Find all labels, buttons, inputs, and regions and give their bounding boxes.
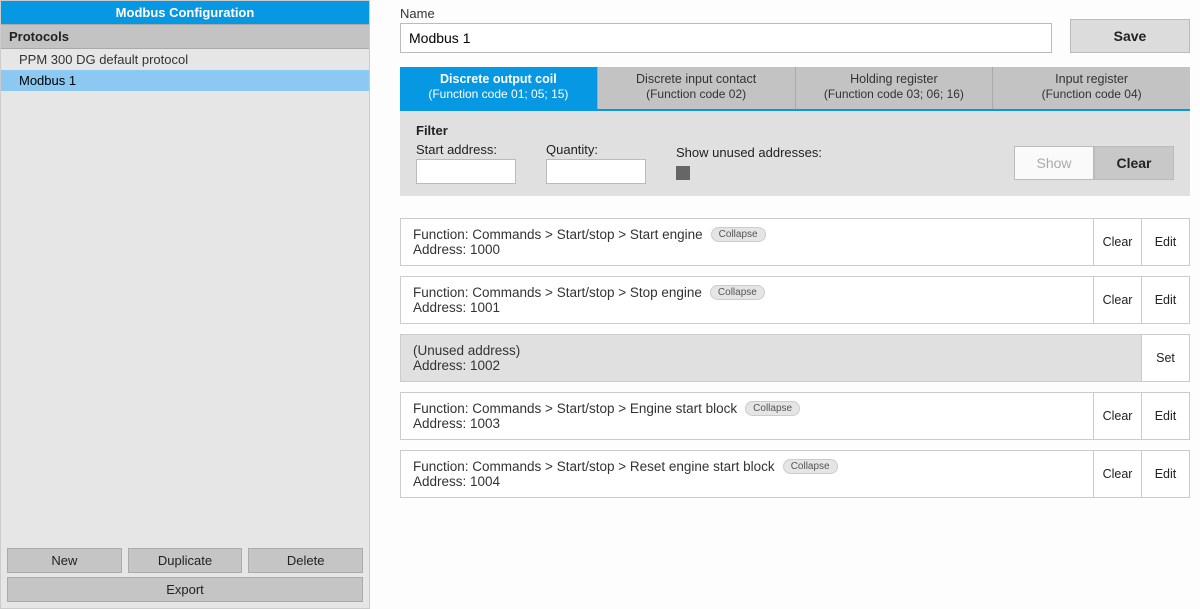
name-row: Name Save bbox=[400, 6, 1190, 53]
row-clear-button[interactable]: Clear bbox=[1093, 277, 1141, 323]
row-address: Address: 1000 bbox=[413, 242, 1081, 257]
sidebar: Modbus Configuration Protocols PPM 300 D… bbox=[0, 0, 370, 609]
tab-discrete-input-contact[interactable]: Discrete input contact (Function code 02… bbox=[598, 67, 796, 109]
address-rows: Function: Commands > Start/stop > Start … bbox=[400, 218, 1190, 498]
tab-title: Discrete input contact bbox=[636, 72, 756, 86]
show-unused-label: Show unused addresses: bbox=[676, 145, 822, 160]
address-row: Function: Commands > Start/stop > Stop e… bbox=[400, 276, 1190, 324]
sidebar-buttons: New Duplicate Delete Export bbox=[1, 542, 369, 608]
row-set-button[interactable]: Set bbox=[1141, 335, 1189, 381]
sidebar-list: PPM 300 DG default protocol Modbus 1 bbox=[1, 49, 369, 542]
row-clear-button[interactable]: Clear bbox=[1093, 451, 1141, 497]
address-row: Function: Commands > Start/stop > Start … bbox=[400, 218, 1190, 266]
tab-holding-register[interactable]: Holding register (Function code 03; 06; … bbox=[796, 67, 994, 109]
start-address-input[interactable] bbox=[416, 159, 516, 184]
tab-input-register[interactable]: Input register (Function code 04) bbox=[993, 67, 1190, 109]
filter-bar: Filter Start address: Quantity: Show unu… bbox=[400, 111, 1190, 196]
sidebar-title: Modbus Configuration bbox=[1, 1, 369, 24]
duplicate-button[interactable]: Duplicate bbox=[128, 548, 243, 573]
row-edit-button[interactable]: Edit bbox=[1141, 277, 1189, 323]
row-address: Address: 1002 bbox=[413, 358, 1129, 373]
row-function: Function: Commands > Start/stop > Engine… bbox=[413, 401, 737, 416]
collapse-button[interactable]: Collapse bbox=[711, 227, 766, 242]
tabs: Discrete output coil (Function code 01; … bbox=[400, 67, 1190, 111]
row-address: Address: 1003 bbox=[413, 416, 1081, 431]
row-address: Address: 1004 bbox=[413, 474, 1081, 489]
row-function: Function: Commands > Start/stop > Stop e… bbox=[413, 285, 702, 300]
row-edit-button[interactable]: Edit bbox=[1141, 393, 1189, 439]
main: Name Save Discrete output coil (Function… bbox=[370, 0, 1200, 609]
tab-sub: (Function code 01; 05; 15) bbox=[406, 87, 591, 103]
row-address: Address: 1001 bbox=[413, 300, 1081, 315]
tab-title: Holding register bbox=[850, 72, 938, 86]
tab-title: Input register bbox=[1055, 72, 1128, 86]
start-address-label: Start address: bbox=[416, 142, 516, 157]
filter-clear-button[interactable]: Clear bbox=[1094, 146, 1174, 180]
new-button[interactable]: New bbox=[7, 548, 122, 573]
sidebar-section-header: Protocols bbox=[1, 24, 369, 49]
row-function: Function: Commands > Start/stop > Reset … bbox=[413, 459, 775, 474]
address-row: Function: Commands > Start/stop > Reset … bbox=[400, 450, 1190, 498]
row-clear-button[interactable]: Clear bbox=[1093, 393, 1141, 439]
collapse-button[interactable]: Collapse bbox=[710, 285, 765, 300]
save-button[interactable]: Save bbox=[1070, 19, 1190, 53]
filter-title: Filter bbox=[416, 123, 1174, 138]
collapse-button[interactable]: Collapse bbox=[745, 401, 800, 416]
show-unused-checkbox[interactable] bbox=[676, 166, 690, 180]
row-edit-button[interactable]: Edit bbox=[1141, 219, 1189, 265]
tab-sub: (Function code 03; 06; 16) bbox=[802, 87, 987, 103]
sidebar-item-modbus1[interactable]: Modbus 1 bbox=[1, 70, 369, 91]
delete-button[interactable]: Delete bbox=[248, 548, 363, 573]
tab-sub: (Function code 04) bbox=[999, 87, 1184, 103]
name-input[interactable] bbox=[400, 23, 1052, 53]
tab-title: Discrete output coil bbox=[440, 72, 557, 86]
filter-show-button[interactable]: Show bbox=[1014, 146, 1094, 180]
row-edit-button[interactable]: Edit bbox=[1141, 451, 1189, 497]
name-label: Name bbox=[400, 6, 1052, 21]
export-button[interactable]: Export bbox=[7, 577, 363, 602]
quantity-input[interactable] bbox=[546, 159, 646, 184]
quantity-label: Quantity: bbox=[546, 142, 646, 157]
tab-sub: (Function code 02) bbox=[604, 87, 789, 103]
address-row-unused: (Unused address) Address: 1002 Set bbox=[400, 334, 1190, 382]
address-row: Function: Commands > Start/stop > Engine… bbox=[400, 392, 1190, 440]
sidebar-item-ppm300[interactable]: PPM 300 DG default protocol bbox=[1, 49, 369, 70]
row-function: (Unused address) bbox=[413, 343, 1129, 358]
row-function: Function: Commands > Start/stop > Start … bbox=[413, 227, 703, 242]
filter-quantity: Quantity: bbox=[546, 142, 646, 184]
filter-show-unused: Show unused addresses: bbox=[676, 145, 822, 180]
filter-start-address: Start address: bbox=[416, 142, 516, 184]
tab-discrete-output-coil[interactable]: Discrete output coil (Function code 01; … bbox=[400, 67, 598, 109]
collapse-button[interactable]: Collapse bbox=[783, 459, 838, 474]
row-clear-button[interactable]: Clear bbox=[1093, 219, 1141, 265]
